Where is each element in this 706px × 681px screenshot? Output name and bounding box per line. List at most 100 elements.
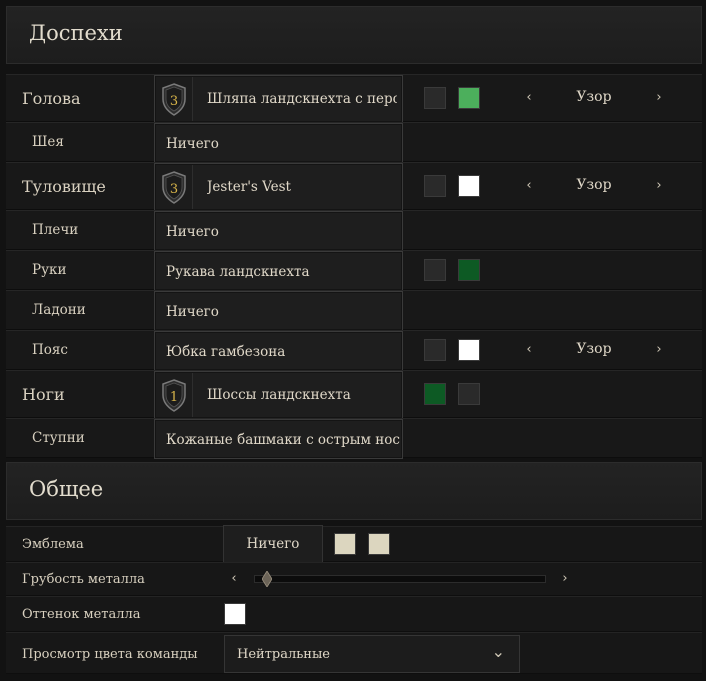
pattern-prev-icon[interactable]: ‹ bbox=[522, 177, 536, 195]
slot-item-name: Ничего bbox=[166, 304, 219, 320]
pattern-prev-icon[interactable]: ‹ bbox=[522, 89, 536, 107]
slot-label-legs: Ноги bbox=[22, 385, 65, 404]
swatch-fill bbox=[369, 534, 389, 554]
slot-row-feet: Ступни Кожаные башмаки с острым носом bbox=[6, 418, 702, 459]
tier-shield-torso: 3 bbox=[156, 165, 193, 209]
pattern-next-icon[interactable]: › bbox=[652, 89, 666, 107]
pattern-label: Узор bbox=[576, 341, 612, 357]
tint-color-swatch[interactable] bbox=[224, 603, 246, 625]
slot-item-feet[interactable]: Кожаные башмаки с острым носом bbox=[154, 419, 403, 459]
color-swatch-1[interactable] bbox=[424, 175, 446, 197]
slot-item-name: Шоссы ландскнехта bbox=[207, 387, 351, 403]
armor-section-header: Доспехи bbox=[6, 6, 702, 64]
slot-item-torso[interactable]: 3 Jester's Vest bbox=[154, 163, 403, 211]
team-preview-label: Просмотр цвета команды bbox=[22, 647, 198, 662]
roughness-slider-thumb[interactable] bbox=[261, 570, 273, 588]
color-swatch-1[interactable] bbox=[424, 339, 446, 361]
tint-label: Оттенок металла bbox=[22, 607, 141, 622]
pattern-label: Узор bbox=[576, 177, 612, 193]
color-swatch-1[interactable] bbox=[424, 87, 446, 109]
swatch-fill bbox=[425, 384, 445, 404]
swatch-fill bbox=[459, 384, 479, 404]
slot-label-torso: Туловище bbox=[22, 177, 106, 196]
swatch-fill bbox=[425, 260, 445, 280]
team-preview-select[interactable]: Нейтральные ⌄ bbox=[224, 635, 520, 673]
pattern-label: Узор bbox=[576, 89, 612, 105]
swatch-fill bbox=[425, 88, 445, 108]
slot-item-name: Юбка гамбезона bbox=[166, 344, 286, 360]
color-swatch-2[interactable] bbox=[458, 259, 480, 281]
color-swatch-1[interactable] bbox=[424, 259, 446, 281]
emblem-color-2[interactable] bbox=[368, 533, 390, 555]
emblem-row: Эмблема Ничего bbox=[6, 525, 702, 563]
slot-label-arms: Руки bbox=[32, 262, 67, 278]
tier-number: 3 bbox=[170, 182, 178, 197]
slot-item-name: Кожаные башмаки с острым носом bbox=[166, 432, 400, 448]
slot-label-shoulders: Плечи bbox=[32, 222, 79, 238]
tier-shield-head: 3 bbox=[156, 77, 193, 121]
slot-row-hands: Ладони Ничего bbox=[6, 290, 702, 331]
swatch-fill bbox=[459, 176, 479, 196]
slot-row-shoulders: Плечи Ничего bbox=[6, 210, 702, 251]
color-swatch-1[interactable] bbox=[424, 383, 446, 405]
general-section-header: Общее bbox=[6, 462, 702, 520]
slot-row-arms: Руки Рукава ландскнехта bbox=[6, 250, 702, 291]
tier-number: 1 bbox=[170, 390, 178, 405]
color-swatch-2[interactable] bbox=[458, 339, 480, 361]
general-section-title: Общее bbox=[29, 477, 104, 501]
swatch-fill bbox=[459, 88, 479, 108]
shield-icon: 1 bbox=[162, 379, 186, 412]
slot-item-hands[interactable]: Ничего bbox=[154, 291, 403, 331]
swatch-fill bbox=[459, 340, 479, 360]
pattern-next-icon[interactable]: › bbox=[652, 341, 666, 359]
slot-item-name: Рукава ландскнехта bbox=[166, 264, 310, 280]
diamond-handle-icon bbox=[261, 570, 273, 588]
team-preview-value: Нейтральные bbox=[237, 647, 330, 662]
slot-item-legs[interactable]: 1 Шоссы ландскнехта bbox=[154, 371, 403, 419]
tier-shield-legs: 1 bbox=[156, 373, 193, 417]
roughness-decrease-icon[interactable]: ‹ bbox=[227, 570, 241, 588]
roughness-row: Грубость металла ‹ › bbox=[6, 562, 702, 596]
shield-icon: 3 bbox=[162, 83, 186, 116]
team-preview-row: Просмотр цвета команды Нейтральные ⌄ bbox=[6, 632, 702, 674]
chevron-down-icon: ⌄ bbox=[491, 642, 505, 661]
slot-item-name: Шляпа ландскнехта с пером bbox=[207, 91, 397, 107]
slot-item-name: Ничего bbox=[166, 224, 219, 240]
slot-item-arms[interactable]: Рукава ландскнехта bbox=[154, 251, 403, 291]
tint-row: Оттенок металла bbox=[6, 596, 702, 632]
slot-row-waist: Пояс Юбка гамбезона ‹ Узор › bbox=[6, 330, 702, 371]
color-swatch-2[interactable] bbox=[458, 175, 480, 197]
slot-row-legs: Ноги 1 Шоссы ландскнехта bbox=[6, 370, 702, 419]
swatch-fill bbox=[225, 604, 245, 624]
roughness-label: Грубость металла bbox=[22, 572, 145, 587]
roughness-slider-track[interactable] bbox=[254, 570, 546, 588]
swatch-fill bbox=[335, 534, 355, 554]
roughness-increase-icon[interactable]: › bbox=[558, 570, 572, 588]
slot-item-neck[interactable]: Ничего bbox=[154, 123, 403, 163]
pattern-next-icon[interactable]: › bbox=[652, 177, 666, 195]
slot-row-head: Голова 3 Шляпа ландскнехта с пером ‹ Узо… bbox=[6, 74, 702, 123]
slot-item-name: Ничего bbox=[166, 136, 219, 152]
color-swatch-2[interactable] bbox=[458, 383, 480, 405]
slot-label-waist: Пояс bbox=[32, 342, 68, 358]
slot-row-neck: Шея Ничего bbox=[6, 122, 702, 163]
armor-section-title: Доспехи bbox=[29, 21, 123, 45]
slot-label-feet: Ступни bbox=[32, 430, 85, 446]
slot-item-head[interactable]: 3 Шляпа ландскнехта с пером bbox=[154, 75, 403, 123]
tier-number: 3 bbox=[170, 94, 178, 109]
emblem-color-1[interactable] bbox=[334, 533, 356, 555]
slot-item-name: Jester's Vest bbox=[207, 179, 291, 195]
color-swatch-2[interactable] bbox=[458, 87, 480, 109]
swatch-fill bbox=[459, 260, 479, 280]
emblem-label: Эмблема bbox=[22, 537, 84, 552]
slot-item-shoulders[interactable]: Ничего bbox=[154, 211, 403, 251]
slot-label-head: Голова bbox=[22, 89, 81, 108]
emblem-button[interactable]: Ничего bbox=[223, 525, 323, 563]
slot-item-waist[interactable]: Юбка гамбезона bbox=[154, 331, 403, 371]
shield-icon: 3 bbox=[162, 171, 186, 204]
emblem-value: Ничего bbox=[246, 536, 300, 552]
slot-row-torso: Туловище 3 Jester's Vest ‹ Узор › bbox=[6, 162, 702, 211]
slot-label-neck: Шея bbox=[32, 134, 64, 150]
pattern-prev-icon[interactable]: ‹ bbox=[522, 341, 536, 359]
slot-label-hands: Ладони bbox=[32, 302, 86, 318]
